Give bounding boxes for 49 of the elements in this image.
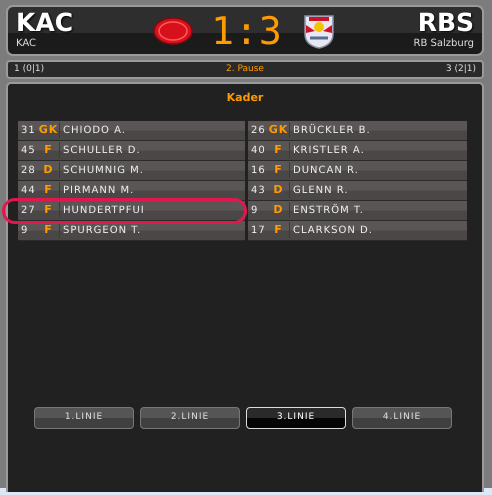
player-number: 28 [20,164,37,178]
player-name: SCHUMNIG M. [62,164,144,178]
player-name: KRISTLER A. [292,144,365,158]
player-position: F [38,142,60,158]
player-number: 40 [250,144,267,158]
player-name: SCHULLER D. [62,144,141,158]
player-name: ENSTRÖM T. [292,202,364,218]
player-position: F [268,142,290,158]
player-name: PIRMANN M. [62,184,134,198]
period-score: 3 (2|1) [446,62,476,76]
player-name: HUNDERTPFUI [62,204,145,218]
line-tab[interactable]: 2.LINIE [140,407,240,429]
line-tab[interactable]: 3.LINIE [246,407,346,429]
player-number: 17 [250,224,267,238]
line-tab[interactable]: 1.LINIE [34,407,134,429]
player-number: 43 [250,184,267,198]
team-name: KAC [16,37,38,51]
player-position: F [38,222,60,238]
player-name: CLARKSON D. [292,224,373,238]
player-position: D [268,182,290,198]
team-abbreviation: RBS [416,10,474,36]
score: 1:3 [211,10,283,50]
player-number: 31 [20,124,37,138]
period-label: 2. Pause [226,62,264,76]
panel-title: Kader [226,90,264,106]
player-position: F [268,222,290,238]
player-name: CHIODO A. [62,124,126,138]
player-position: GK [38,122,60,138]
line-tab[interactable]: 4.LINIE [352,407,452,429]
player-number: 45 [20,144,37,158]
player-number: 9 [20,224,30,238]
team-abbreviation: KAC [16,10,74,36]
player-name: SPURGEON T. [62,224,142,238]
player-number: 26 [250,124,267,138]
team-name: RB Salzburg [412,37,474,51]
player-number: 27 [20,204,37,218]
player-position: D [268,202,290,218]
period-score: 1 (0|1) [14,62,44,76]
player-position: D [38,162,60,178]
player-position: F [268,162,290,178]
player-number: 16 [250,164,267,178]
player-name: DUNCAN R. [292,164,359,178]
player-position: GK [268,122,290,138]
player-number: 9 [250,204,260,218]
player-name: GLENN R. [292,184,349,198]
player-position: F [38,182,60,198]
player-number: 44 [20,184,37,198]
player-position: F [38,202,60,218]
player-name: BRÜCKLER B. [292,122,371,138]
